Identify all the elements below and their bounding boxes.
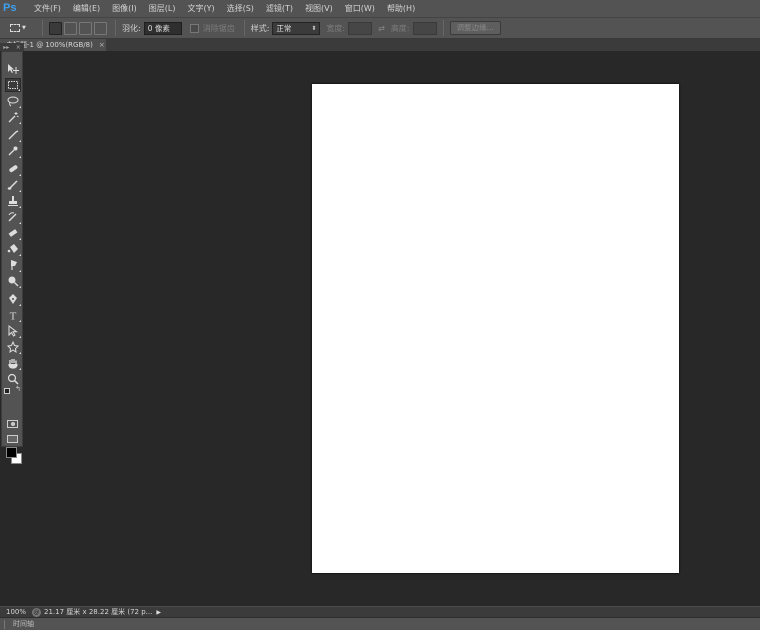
chevron-down-icon: ▼ <box>22 25 26 31</box>
width-label: 宽度: <box>326 23 346 33</box>
updown-arrow-icon: ⬍ <box>311 24 317 32</box>
antialias-label: 消除锯齿 <box>202 23 235 33</box>
collapse-icon[interactable]: ▸▸ <box>3 44 9 51</box>
history-brush-icon[interactable] <box>5 210 21 224</box>
document-tab-bar: 未标题-1 @ 100%(RGB/8) × <box>0 39 760 51</box>
menu-select[interactable]: 选择(S) <box>221 3 260 14</box>
type-icon[interactable]: T <box>5 308 21 322</box>
divider <box>243 20 245 36</box>
status-bar: 100% @ 21.17 厘米 x 28.22 厘米 (72 p... ▶ <box>0 606 760 617</box>
feather-label: 羽化: <box>122 23 141 33</box>
magic-wand-icon[interactable] <box>5 110 21 124</box>
clone-stamp-icon[interactable] <box>5 194 21 208</box>
photoshop-logo: Ps <box>3 2 17 14</box>
crop-icon[interactable] <box>5 128 21 142</box>
timeline-tab[interactable]: 时间轴 <box>13 619 34 629</box>
lasso-icon[interactable] <box>5 94 21 108</box>
panel-grip[interactable] <box>4 619 5 629</box>
rectangular-marquee-icon[interactable] <box>5 78 21 92</box>
menu-edit[interactable]: 编辑(E) <box>67 3 106 14</box>
height-input[interactable] <box>412 21 437 35</box>
default-colors-icon[interactable] <box>4 388 10 394</box>
style-select[interactable]: 正常 ⬍ <box>272 21 321 35</box>
menu-help[interactable]: 帮助(H) <box>381 3 421 14</box>
menu-type[interactable]: 文字(Y) <box>181 3 220 14</box>
refine-edge-button[interactable]: 调整边缘... <box>449 21 501 35</box>
menu-filter[interactable]: 滤镜(T) <box>260 3 299 14</box>
menu-view[interactable]: 视图(V) <box>299 3 339 14</box>
eraser-icon[interactable] <box>5 226 21 240</box>
divider <box>115 20 116 36</box>
foreground-color-swatch[interactable] <box>6 447 17 458</box>
screen-mode-icon[interactable] <box>7 435 18 443</box>
swap-colors-icon[interactable]: ↰ <box>15 385 21 393</box>
zoom-level-field[interactable]: 100% <box>0 608 28 616</box>
style-label: 样式: <box>250 23 270 33</box>
shape-icon[interactable] <box>5 340 21 354</box>
brush-icon[interactable] <box>5 178 21 192</box>
document-info-icon: @ <box>32 607 41 617</box>
timeline-panel: 时间轴 <box>0 617 760 630</box>
move-tool-icon[interactable] <box>5 62 21 76</box>
marquee-preset-icon <box>10 24 20 32</box>
options-bar: ▼ 羽化: 0 像素 消除锯齿 样式: 正常 ⬍ 宽度: ⇄ 高度: 调整边缘.… <box>0 17 760 39</box>
antialias-checkbox[interactable] <box>189 23 199 33</box>
hand-icon[interactable] <box>5 356 21 370</box>
add-to-selection-button[interactable] <box>64 21 77 35</box>
swap-width-height-icon[interactable]: ⇄ <box>378 24 385 33</box>
status-menu-arrow-icon[interactable]: ▶ <box>156 609 161 616</box>
intersect-selection-button[interactable] <box>94 21 107 35</box>
tools-panel-header[interactable]: ▸▸ × <box>0 43 24 51</box>
menu-image[interactable]: 图像(I) <box>106 3 143 14</box>
healing-brush-icon[interactable] <box>5 162 21 176</box>
tool-preset-picker[interactable]: ▼ <box>10 20 36 36</box>
pen-icon[interactable] <box>5 292 21 306</box>
height-label: 高度: <box>390 23 410 33</box>
path-selection-icon[interactable] <box>5 324 21 338</box>
subtract-from-selection-button[interactable] <box>79 21 92 35</box>
document-canvas[interactable] <box>312 84 679 573</box>
divider <box>442 20 444 36</box>
divider <box>42 20 43 36</box>
menu-file[interactable]: 文件(F) <box>28 3 67 14</box>
new-selection-button[interactable] <box>49 21 62 35</box>
svg-text:T: T <box>10 311 17 322</box>
zoom-icon[interactable] <box>5 372 21 386</box>
close-icon[interactable]: × <box>99 41 105 49</box>
style-value: 正常 <box>276 23 292 33</box>
menu-bar: Ps 文件(F) 编辑(E) 图像(I) 图层(L) 文字(Y) 选择(S) 滤… <box>0 0 760 17</box>
close-panel-icon[interactable]: × <box>16 44 21 51</box>
document-size-info: 21.17 厘米 x 28.22 厘米 (72 p... <box>44 608 153 616</box>
menu-window[interactable]: 窗口(W) <box>339 3 381 14</box>
blur-icon[interactable] <box>5 258 21 272</box>
feather-input[interactable]: 0 像素 <box>143 21 182 35</box>
tools-panel: T ↰ <box>1 51 23 464</box>
menu-layer[interactable]: 图层(L) <box>143 3 182 14</box>
paint-bucket-icon[interactable] <box>5 242 21 256</box>
dodge-icon[interactable] <box>5 274 21 288</box>
eyedropper-icon[interactable] <box>5 144 21 158</box>
width-input[interactable] <box>348 21 373 35</box>
quick-mask-icon[interactable] <box>7 420 18 428</box>
